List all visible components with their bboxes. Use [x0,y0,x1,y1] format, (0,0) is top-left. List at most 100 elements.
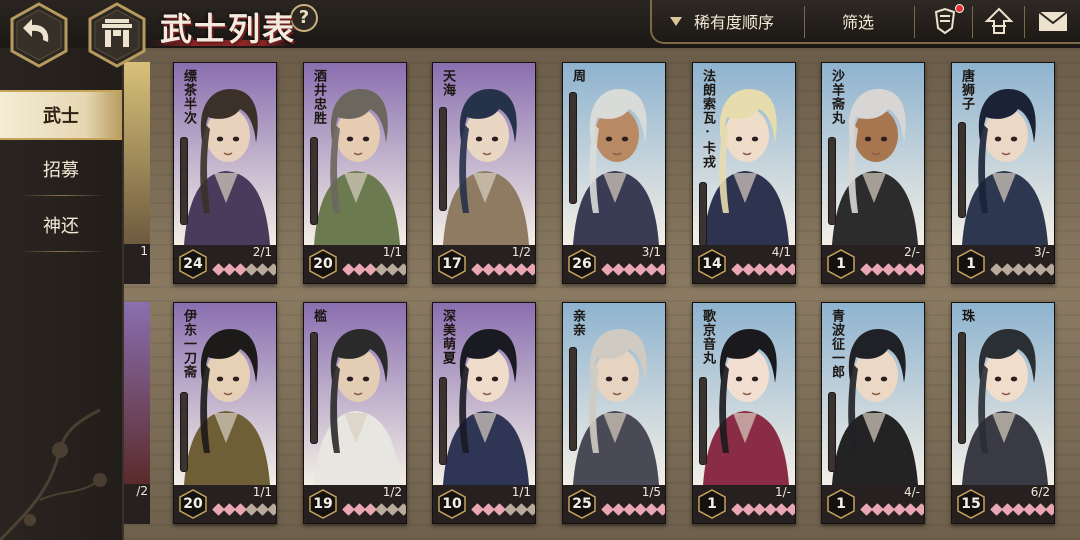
samurai-count: 1/2 [382,485,402,499]
samurai-count: 1/- [774,485,791,499]
rarity-pip-icon [915,263,924,276]
samurai-name: 唐狮子 [959,69,974,111]
notification-dot [955,4,964,13]
sidebar-item-samurai[interactable]: 武士 [0,90,122,140]
divider [804,6,805,38]
samurai-card[interactable]: 沙羊斋丸 1 2/- [821,62,925,284]
bond-gauge [699,377,707,465]
caret-down-icon [670,16,682,26]
samurai-name: 歌京音丸 [700,309,715,365]
filter-button[interactable]: 筛选 [842,9,874,33]
samurai-card[interactable]: 伊东一刀斋 20 1/1 [173,302,277,524]
rarity-pip-icon [1045,263,1054,276]
samurai-count: 1/1 [382,245,402,259]
samurai-level: 20 [183,496,203,512]
rarity-pips [731,503,795,516]
character-portrait [304,303,406,485]
rarity-pip-icon [526,503,535,516]
samurai-count: 4/- [903,485,920,499]
bond-gauge [310,137,318,225]
bond-gauge [828,392,836,472]
rarity-pip-icon [397,263,406,276]
rarity-pips [990,263,1054,276]
bond-gauge [569,347,577,451]
rarity-pip-icon [656,263,665,276]
sidebar-item-return[interactable]: 神还 [0,202,122,252]
samurai-count: 2/- [903,245,920,259]
sort-label: 稀有度顺序 [694,13,775,32]
partial-card-frac: /2 [136,484,148,498]
samurai-level: 24 [183,256,203,272]
rarity-pips [471,503,535,516]
samurai-level: 26 [572,256,592,272]
samurai-name: 槛 [311,309,326,323]
partial-card-frac: 1 [140,244,148,258]
samurai-card[interactable]: 酒井忠胜 20 1/1 [303,62,407,284]
samurai-level: 1 [836,496,846,512]
rank-up-button[interactable] [982,6,1016,36]
samurai-card[interactable]: 缥茶半次 24 2/1 [173,62,277,284]
home-button[interactable] [86,2,148,68]
sort-dropdown[interactable]: 稀有度顺序 [670,9,774,33]
samurai-name: 天海 [440,69,455,97]
rarity-pips [860,263,924,276]
partial-portrait [124,302,150,484]
samurai-card[interactable]: 歌京音丸 1 1/- [692,302,796,524]
samurai-card[interactable]: 青波征一郎 1 4/- [821,302,925,524]
samurai-count: 1/1 [252,485,272,499]
samurai-card[interactable]: 周 26 3/1 [562,62,666,284]
rarity-pip-icon [267,263,276,276]
divider [914,6,915,38]
samurai-level: 14 [702,256,722,272]
divider [20,195,104,196]
rarity-pips [342,503,406,516]
rarity-pip-icon [526,263,535,276]
partial-card-edge[interactable]: 1 [124,62,150,284]
samurai-card[interactable]: 天海 17 1/2 [432,62,536,284]
divider [972,6,973,38]
character-illustration [563,63,665,245]
samurai-level: 19 [313,496,333,512]
rarity-pips [990,503,1054,516]
samurai-card[interactable]: 唐狮子 1 3/- [951,62,1055,284]
samurai-level: 10 [442,496,462,512]
mail-button[interactable] [1036,6,1070,36]
samurai-name: 青波征一郎 [829,309,844,379]
sidebar-item-recruit[interactable]: 招募 [0,146,122,196]
character-portrait [563,63,665,245]
samurai-card[interactable]: 亲亲 25 1/5 [562,302,666,524]
samurai-card[interactable]: 深美萌夏 10 1/1 [432,302,536,524]
rarity-pips [471,263,535,276]
samurai-level: 1 [707,496,717,512]
partial-card-edge[interactable]: /2 [124,302,150,524]
samurai-card[interactable]: 槛 19 1/2 [303,302,407,524]
rarity-pips [212,263,276,276]
character-illustration [304,303,406,485]
samurai-count: 1/5 [641,485,661,499]
partial-portrait [124,62,150,244]
samurai-card[interactable]: 珠 15 6/2 [951,302,1055,524]
samurai-name: 酒井忠胜 [311,69,326,125]
character-portrait [952,303,1054,485]
samurai-level: 1 [966,256,976,272]
bond-gauge [439,377,447,465]
samurai-name: 深美萌夏 [440,309,455,365]
back-arrow-icon [10,2,68,68]
rarity-pips [601,503,665,516]
bond-gauge [958,332,966,444]
formation-button[interactable] [928,4,964,36]
top-toolbar: 稀有度顺序 筛选 [650,0,1080,44]
bond-gauge [180,392,188,472]
character-illustration [952,303,1054,485]
rarity-pips [860,503,924,516]
upgrade-arrow-icon [984,7,1014,34]
back-button[interactable] [8,2,70,68]
samurai-count: 1/2 [511,245,531,259]
samurai-count: 2/1 [252,245,272,259]
samurai-card[interactable]: 法朗索瓦·卡戎 14 4/1 [692,62,796,284]
samurai-name: 沙羊斋丸 [829,69,844,125]
samurai-level: 1 [836,256,846,272]
bond-gauge [180,137,188,225]
rarity-pip-icon [915,503,924,516]
divider [20,251,104,252]
